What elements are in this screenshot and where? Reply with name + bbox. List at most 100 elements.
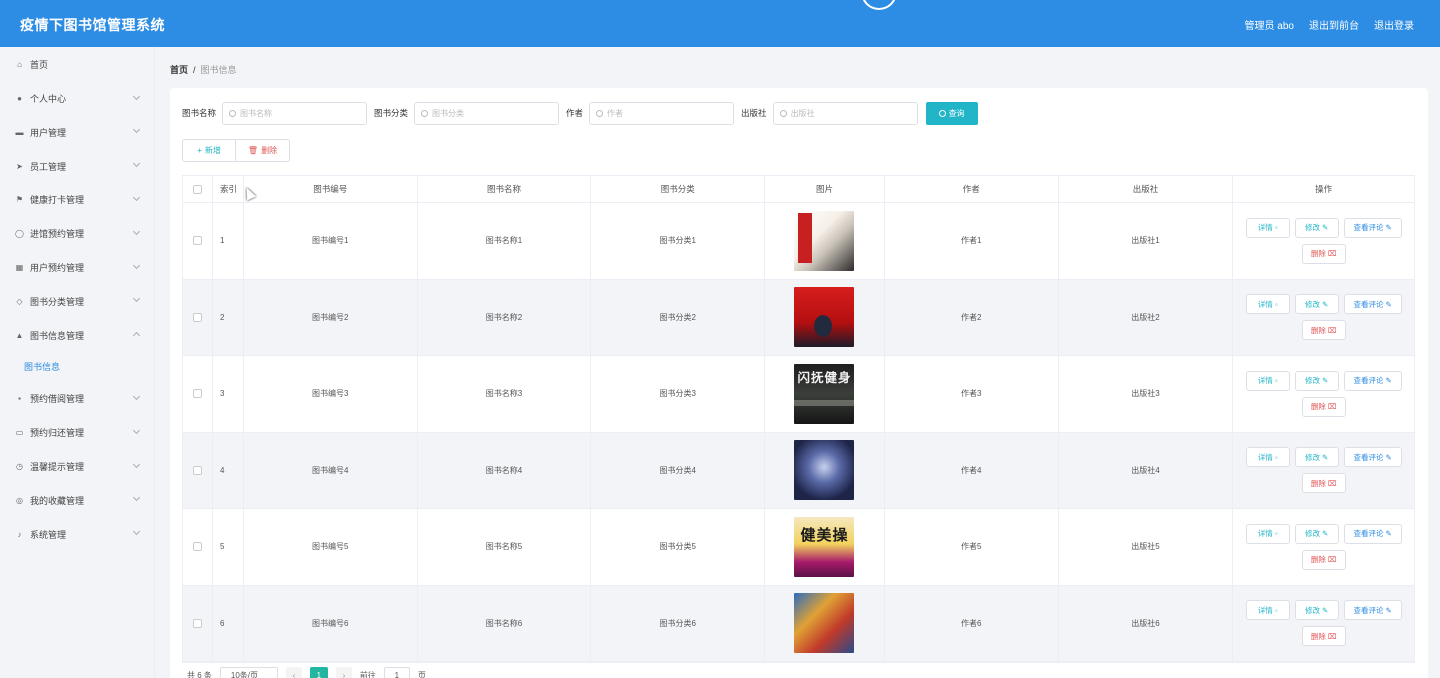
sidebar-item-system[interactable]: ♪ 系统管理 bbox=[0, 517, 154, 551]
sidebar-subitem-book-info[interactable]: 图书信息 bbox=[0, 352, 154, 382]
cell-author: 作者6 bbox=[885, 585, 1059, 661]
sidebar-item-book-info[interactable]: ▲ 图书信息管理 bbox=[0, 318, 154, 352]
search-input-name[interactable]: 图书名称 bbox=[222, 101, 368, 125]
detail-button[interactable]: 详情 ▫ bbox=[1245, 600, 1290, 621]
query-button-label: 查询 bbox=[948, 108, 965, 118]
search-icon bbox=[596, 109, 604, 117]
detail-button[interactable]: 详情 ▫ bbox=[1245, 294, 1290, 315]
edit-label: 修改 bbox=[1305, 529, 1320, 539]
document-icon: ▫ bbox=[1274, 299, 1278, 309]
trash-icon: ⌧ bbox=[1327, 555, 1337, 565]
sidebar-item-label: 系统管理 bbox=[30, 529, 67, 540]
cell-operations: 详情 ▫ 修改 ✎ 查看评论 ✎ 删除 ⌧ bbox=[1233, 509, 1414, 585]
row-delete-button[interactable]: 删除 ⌧ bbox=[1301, 473, 1346, 494]
sidebar-item-borrow[interactable]: ▪ 预约借阅管理 bbox=[0, 382, 154, 416]
edit-label: 修改 bbox=[1305, 376, 1320, 386]
row-checkbox[interactable] bbox=[192, 542, 202, 552]
home-icon: ⌂ bbox=[17, 60, 22, 70]
book-cover-image[interactable] bbox=[794, 287, 855, 348]
cell-publisher: 出版社4 bbox=[1059, 432, 1234, 508]
logout-link[interactable]: 退出登录 bbox=[1374, 17, 1414, 32]
detail-button[interactable]: 详情 ▫ bbox=[1245, 370, 1290, 391]
breadcrumb-home[interactable]: 首页 bbox=[170, 63, 188, 76]
page-size-select[interactable]: 10条/页 bbox=[219, 667, 278, 678]
edit-button[interactable]: 修改 ✎ bbox=[1294, 217, 1339, 238]
sidebar-item-label: 用户预约管理 bbox=[30, 262, 85, 273]
detail-button[interactable]: 详情 ▫ bbox=[1245, 523, 1290, 544]
trash-icon: ⌧ bbox=[1327, 402, 1337, 412]
query-button[interactable]: 查询 bbox=[925, 101, 978, 125]
search-input-publisher[interactable]: 出版社 bbox=[772, 101, 918, 125]
sidebar-item-return[interactable]: ▭ 预约归还管理 bbox=[0, 416, 154, 450]
cell-image bbox=[765, 585, 885, 661]
plus-icon: + bbox=[197, 146, 202, 155]
trash-icon: ⌧ bbox=[1327, 631, 1337, 641]
cell-publisher: 出版社3 bbox=[1059, 356, 1234, 432]
next-page-button[interactable]: › bbox=[335, 667, 352, 678]
row-checkbox[interactable] bbox=[192, 389, 202, 399]
cell-book-no: 图书编号3 bbox=[244, 356, 418, 432]
search-placeholder: 图书分类 bbox=[432, 108, 465, 118]
row-checkbox[interactable] bbox=[192, 618, 202, 628]
edit-button[interactable]: 修改 ✎ bbox=[1294, 447, 1339, 468]
row-delete-button[interactable]: 删除 ⌧ bbox=[1301, 243, 1346, 264]
search-input-author[interactable]: 作者 bbox=[589, 101, 735, 125]
edit-button[interactable]: 修改 ✎ bbox=[1294, 600, 1339, 621]
view-comments-button[interactable]: 查看评论 ✎ bbox=[1343, 447, 1402, 468]
prev-page-button[interactable]: ‹ bbox=[285, 667, 302, 678]
sidebar-item-tips[interactable]: ◷ 温馨提示管理 bbox=[0, 450, 154, 484]
sidebar-item-health[interactable]: ⚑ 健康打卡管理 bbox=[0, 183, 154, 217]
row-delete-button[interactable]: 删除 ⌧ bbox=[1301, 396, 1346, 417]
back-to-front-link[interactable]: 退出到前台 bbox=[1309, 17, 1359, 32]
page-number-current[interactable]: 1 bbox=[309, 667, 328, 678]
sidebar-item-staff[interactable]: ➤ 员工管理 bbox=[0, 149, 154, 183]
edit-button[interactable]: 修改 ✎ bbox=[1294, 523, 1339, 544]
row-checkbox[interactable] bbox=[192, 236, 202, 246]
row-delete-button[interactable]: 删除 ⌧ bbox=[1301, 626, 1346, 647]
add-button[interactable]: + 新增 bbox=[182, 139, 236, 162]
cell-book-name: 图书名称5 bbox=[418, 509, 592, 585]
trash-icon: ⌧ bbox=[1327, 325, 1337, 335]
delete-label: 删除 bbox=[1310, 631, 1326, 641]
view-comments-button[interactable]: 查看评论 ✎ bbox=[1343, 294, 1402, 315]
sidebar-item-entry-booking[interactable]: ◯ 进馆预约管理 bbox=[0, 217, 154, 251]
book-cover-image[interactable]: 健美操 bbox=[794, 516, 855, 577]
row-delete-button[interactable]: 删除 ⌧ bbox=[1301, 320, 1346, 341]
edit-button[interactable]: 修改 ✎ bbox=[1294, 294, 1339, 315]
sidebar-item-users[interactable]: ▬ 用户管理 bbox=[0, 115, 154, 149]
row-delete-button[interactable]: 删除 ⌧ bbox=[1301, 549, 1346, 570]
detail-button[interactable]: 详情 ▫ bbox=[1245, 217, 1290, 238]
select-all-checkbox[interactable] bbox=[192, 184, 202, 194]
detail-button[interactable]: 详情 ▫ bbox=[1245, 447, 1290, 468]
goto-page-input[interactable]: 1 bbox=[383, 667, 410, 678]
view-comments-button[interactable]: 查看评论 ✎ bbox=[1343, 217, 1402, 238]
edit-label: 修改 bbox=[1305, 452, 1320, 462]
sidebar-item-book-category[interactable]: ◇ 图书分类管理 bbox=[0, 284, 154, 318]
sidebar-item-personal[interactable]: ● 个人中心 bbox=[0, 82, 154, 116]
sidebar-item-favorites[interactable]: ◎ 我的收藏管理 bbox=[0, 483, 154, 517]
action-buttons: + 新增 🗑 删除 bbox=[182, 139, 290, 162]
row-checkbox[interactable] bbox=[192, 312, 202, 322]
search-label-category: 图书分类 bbox=[374, 108, 409, 118]
table-row: 5 图书编号5 图书名称5 图书分类5 健美操 作者5 出版社5 详情 ▫ 修改 ✎ 查看评论 ✎ 删除 ⌧ bbox=[183, 509, 1414, 586]
book-cover-image[interactable]: 闪抚健身 bbox=[794, 363, 855, 424]
table-row: 1 图书编号1 图书名称1 图书分类1 作者1 出版社1 详情 ▫ 修改 ✎ 查看评论 ✎ 删除 ⌧ bbox=[183, 203, 1414, 280]
edit-button[interactable]: 修改 ✎ bbox=[1294, 370, 1339, 391]
book-cover-image[interactable] bbox=[794, 593, 855, 654]
view-comments-button[interactable]: 查看评论 ✎ bbox=[1343, 600, 1402, 621]
row-checkbox[interactable] bbox=[192, 465, 202, 475]
sidebar-item-home[interactable]: ⌂ 首页 bbox=[0, 48, 154, 82]
search-icon bbox=[779, 109, 787, 117]
sidebar-item-user-booking[interactable]: ▦ 用户预约管理 bbox=[0, 251, 154, 285]
book-cover-image[interactable] bbox=[794, 210, 855, 271]
cell-index: 6 bbox=[213, 585, 244, 661]
cell-index: 4 bbox=[213, 432, 244, 508]
trash-icon: ⌧ bbox=[1327, 249, 1337, 259]
view-comments-button[interactable]: 查看评论 ✎ bbox=[1343, 370, 1402, 391]
search-input-category[interactable]: 图书分类 bbox=[414, 101, 560, 125]
delete-button[interactable]: 🗑 删除 bbox=[236, 139, 290, 162]
view-comments-button[interactable]: 查看评论 ✎ bbox=[1343, 523, 1402, 544]
book-cover-image[interactable] bbox=[794, 440, 855, 501]
header-avatar-decoration bbox=[861, 0, 897, 10]
goto-suffix: 页 bbox=[417, 670, 426, 678]
